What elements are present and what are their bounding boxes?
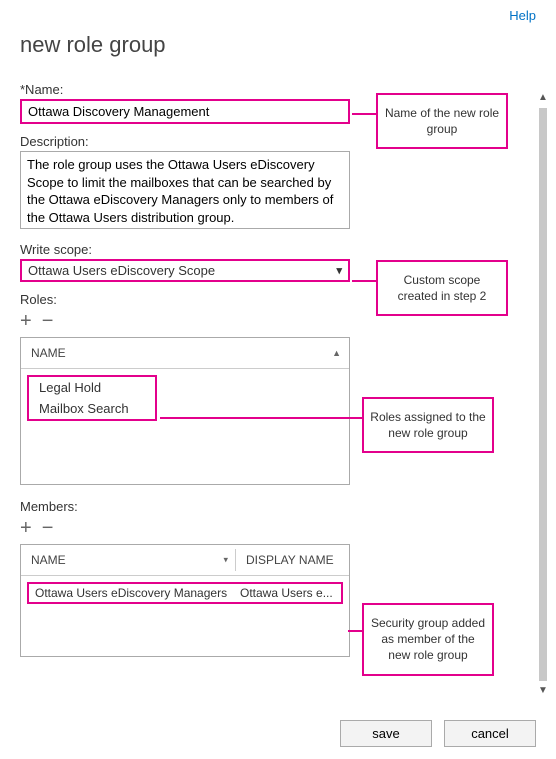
table-row[interactable]: Ottawa Users eDiscovery Managers Ottawa … (27, 582, 343, 604)
page-title: new role group (20, 32, 536, 58)
scrollbar[interactable]: ▲ ▼ (536, 90, 550, 699)
write-scope-label: Write scope: (20, 242, 536, 257)
write-scope-value: Ottawa Users eDiscovery Scope (28, 263, 215, 278)
members-col-name[interactable]: NAME (31, 553, 66, 567)
members-listbox: NAME ▾ DISPLAY NAME Ottawa Users eDiscov… (20, 544, 350, 657)
callout-members: Security group added as member of the ne… (362, 603, 494, 676)
help-link[interactable]: Help (509, 8, 536, 23)
add-member-icon[interactable]: + (20, 518, 32, 538)
write-scope-select[interactable]: Ottawa Users eDiscovery Scope ▾ (20, 259, 350, 282)
list-item[interactable]: Mailbox Search (29, 398, 155, 419)
connector-line (352, 280, 376, 282)
member-display-cell: Ottawa Users e... (234, 584, 341, 602)
list-item[interactable]: Legal Hold (29, 377, 155, 398)
name-input[interactable] (20, 99, 350, 124)
members-label: Members: (20, 499, 536, 514)
connector-line (348, 630, 362, 632)
remove-role-icon[interactable]: − (42, 311, 54, 331)
roles-label: Roles: (20, 292, 536, 307)
save-button[interactable]: save (340, 720, 432, 747)
description-label: Description: (20, 134, 536, 149)
roles-col-name[interactable]: NAME (31, 346, 66, 360)
member-name-cell: Ottawa Users eDiscovery Managers (29, 584, 234, 602)
cancel-button[interactable]: cancel (444, 720, 536, 747)
sort-handle-icon: ▾ (223, 555, 228, 566)
remove-member-icon[interactable]: − (42, 518, 54, 538)
description-textarea[interactable]: The role group uses the Ottawa Users eDi… (20, 151, 350, 229)
scroll-up-icon[interactable]: ▲ (536, 90, 550, 106)
roles-items-box: Legal Hold Mailbox Search (27, 375, 157, 421)
scroll-thumb[interactable] (539, 108, 547, 681)
add-role-icon[interactable]: + (20, 311, 32, 331)
callout-roles: Roles assigned to the new role group (362, 397, 494, 453)
sort-asc-icon: ▲ (332, 348, 341, 358)
members-col-display[interactable]: DISPLAY NAME (246, 553, 334, 567)
connector-line (160, 417, 362, 419)
roles-listbox: NAME ▲ Legal Hold Mailbox Search (20, 337, 350, 485)
scroll-down-icon[interactable]: ▼ (536, 683, 550, 699)
connector-line (352, 113, 376, 115)
chevron-down-icon: ▾ (336, 264, 342, 277)
